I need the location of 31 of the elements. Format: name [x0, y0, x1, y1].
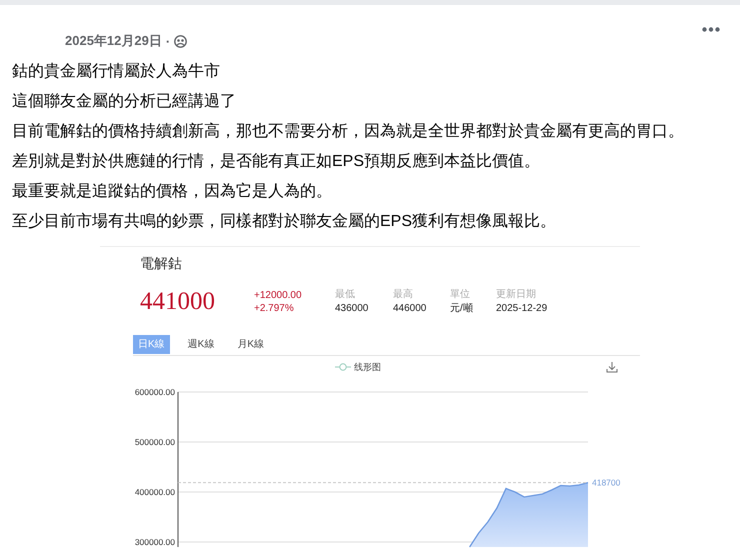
stat-value: 2025-12-29 — [496, 302, 548, 316]
post-text-line: 目前電解鈷的價格持續創新高，那也不需要分析，因為就是全世界都對於貴金屬有更高的胃口。 — [12, 122, 684, 142]
stat-value: 436000 — [335, 302, 368, 316]
y-axis-label: 400000.00 — [134, 487, 175, 497]
legend-label[interactable]: 线形图 — [354, 360, 381, 374]
separator-dot: · — [166, 34, 170, 48]
stat-label: 更新日期 — [496, 288, 536, 302]
y-axis-label: 600000.00 — [134, 387, 175, 397]
stat-label: 最高 — [393, 288, 413, 302]
post-text-line: 這個聯友金屬的分析已經講過了 — [12, 92, 236, 112]
mark-line-label: 418700 — [592, 478, 620, 488]
period-tab[interactable]: 月K線 — [232, 335, 270, 354]
stat-value: 元/噸 — [450, 302, 473, 316]
post-text-line: 差別就是對於供應鏈的行情，是否能有真正如EPS預期反應到本益比價值。 — [12, 152, 540, 172]
period-tab[interactable]: 週K線 — [182, 335, 220, 354]
more-options-icon[interactable] — [702, 27, 720, 32]
post-text-line: 最重要就是追蹤鈷的價格，因為它是人為的。 — [12, 182, 332, 202]
post-text-line: 鈷的貴金屬行情屬於人為牛市 — [12, 62, 220, 82]
stat-label: 單位 — [450, 288, 470, 302]
download-icon[interactable] — [606, 361, 618, 373]
legend-line-icon — [335, 363, 351, 371]
post-date[interactable]: 2025年12月29日 — [65, 32, 162, 50]
stat-value: 446000 — [393, 302, 426, 316]
stat-label: 最低 — [335, 288, 355, 302]
y-axis-label: 500000.00 — [134, 437, 175, 447]
commodity-title: 電解鈷 — [140, 254, 182, 273]
price-change: +12000.00 — [254, 289, 302, 302]
y-axis-label: 300000.00 — [134, 537, 175, 547]
price-value: 441000 — [140, 288, 216, 316]
post-text-line: 至少目前市場有共鳴的鈔票，同樣都對於聯友金屬的EPS獲利有想像風報比。 — [12, 212, 556, 232]
price-change-percent: +2.797% — [254, 302, 294, 315]
